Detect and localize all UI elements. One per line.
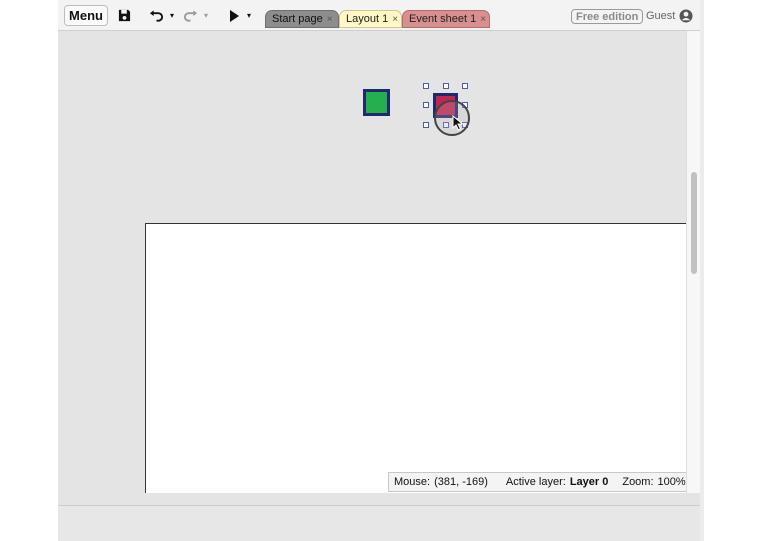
mouse-label: Mouse:	[394, 476, 431, 488]
layout-area[interactable]	[145, 223, 704, 493]
active-layer-label: Active layer:	[505, 476, 566, 488]
status-bar: Mouse: (381, -169) Active layer: Layer 0…	[388, 472, 688, 492]
undo-button[interactable]	[146, 5, 166, 26]
redo-icon	[183, 9, 197, 22]
window-edge	[700, 0, 704, 541]
save-button[interactable]	[114, 5, 134, 26]
user-name[interactable]: Guest	[646, 10, 675, 22]
layout-view[interactable]: Mouse: (381, -169) Active layer: Layer 0…	[58, 31, 704, 493]
edition-badge[interactable]: Free edition	[571, 9, 644, 24]
tab-label: Layout 1	[346, 13, 389, 25]
close-icon[interactable]: ×	[480, 14, 486, 25]
zoom-value: 100%	[657, 476, 686, 488]
menu-button[interactable]: Menu	[64, 5, 108, 26]
zoom-label: Zoom:	[622, 476, 654, 488]
resize-handle[interactable]	[423, 83, 429, 89]
user-circle-icon[interactable]	[679, 9, 693, 23]
resize-handle[interactable]	[423, 122, 429, 128]
redo-dropdown-icon[interactable]: ▾	[202, 5, 210, 26]
tab-start-page[interactable]: Start page ×	[265, 10, 339, 28]
save-icon	[118, 9, 130, 22]
tab-label: Event sheet 1	[409, 13, 477, 25]
active-layer-value: Layer 0	[569, 476, 609, 488]
undo-icon	[149, 9, 163, 22]
tab-label: Start page	[272, 13, 323, 25]
preview-button[interactable]	[226, 5, 242, 26]
undo-dropdown-icon[interactable]: ▾	[168, 5, 176, 26]
main-toolbar: Menu ▾ ▾ ▾ Start page × Layout 1 × Event…	[58, 0, 704, 31]
close-icon[interactable]: ×	[392, 14, 398, 25]
mouse-coordinates: (381, -169)	[434, 476, 488, 488]
resize-handle[interactable]	[423, 102, 429, 108]
resize-handle[interactable]	[462, 83, 468, 89]
preview-dropdown-icon[interactable]: ▾	[245, 5, 253, 26]
tab-event-sheet-1[interactable]: Event sheet 1 ×	[402, 10, 490, 28]
bottom-panel-bar	[58, 505, 704, 541]
redo-button[interactable]	[180, 5, 200, 26]
close-icon[interactable]: ×	[327, 14, 333, 25]
mouse-pointer-icon	[452, 115, 464, 131]
resize-handle[interactable]	[443, 83, 449, 89]
vertical-scroll-thumb[interactable]	[691, 172, 697, 274]
green-sprite[interactable]	[363, 89, 390, 116]
construct-editor-window: Menu ▾ ▾ ▾ Start page × Layout 1 × Event…	[58, 0, 704, 541]
tab-layout-1[interactable]: Layout 1 ×	[339, 10, 402, 28]
play-icon	[229, 9, 239, 22]
